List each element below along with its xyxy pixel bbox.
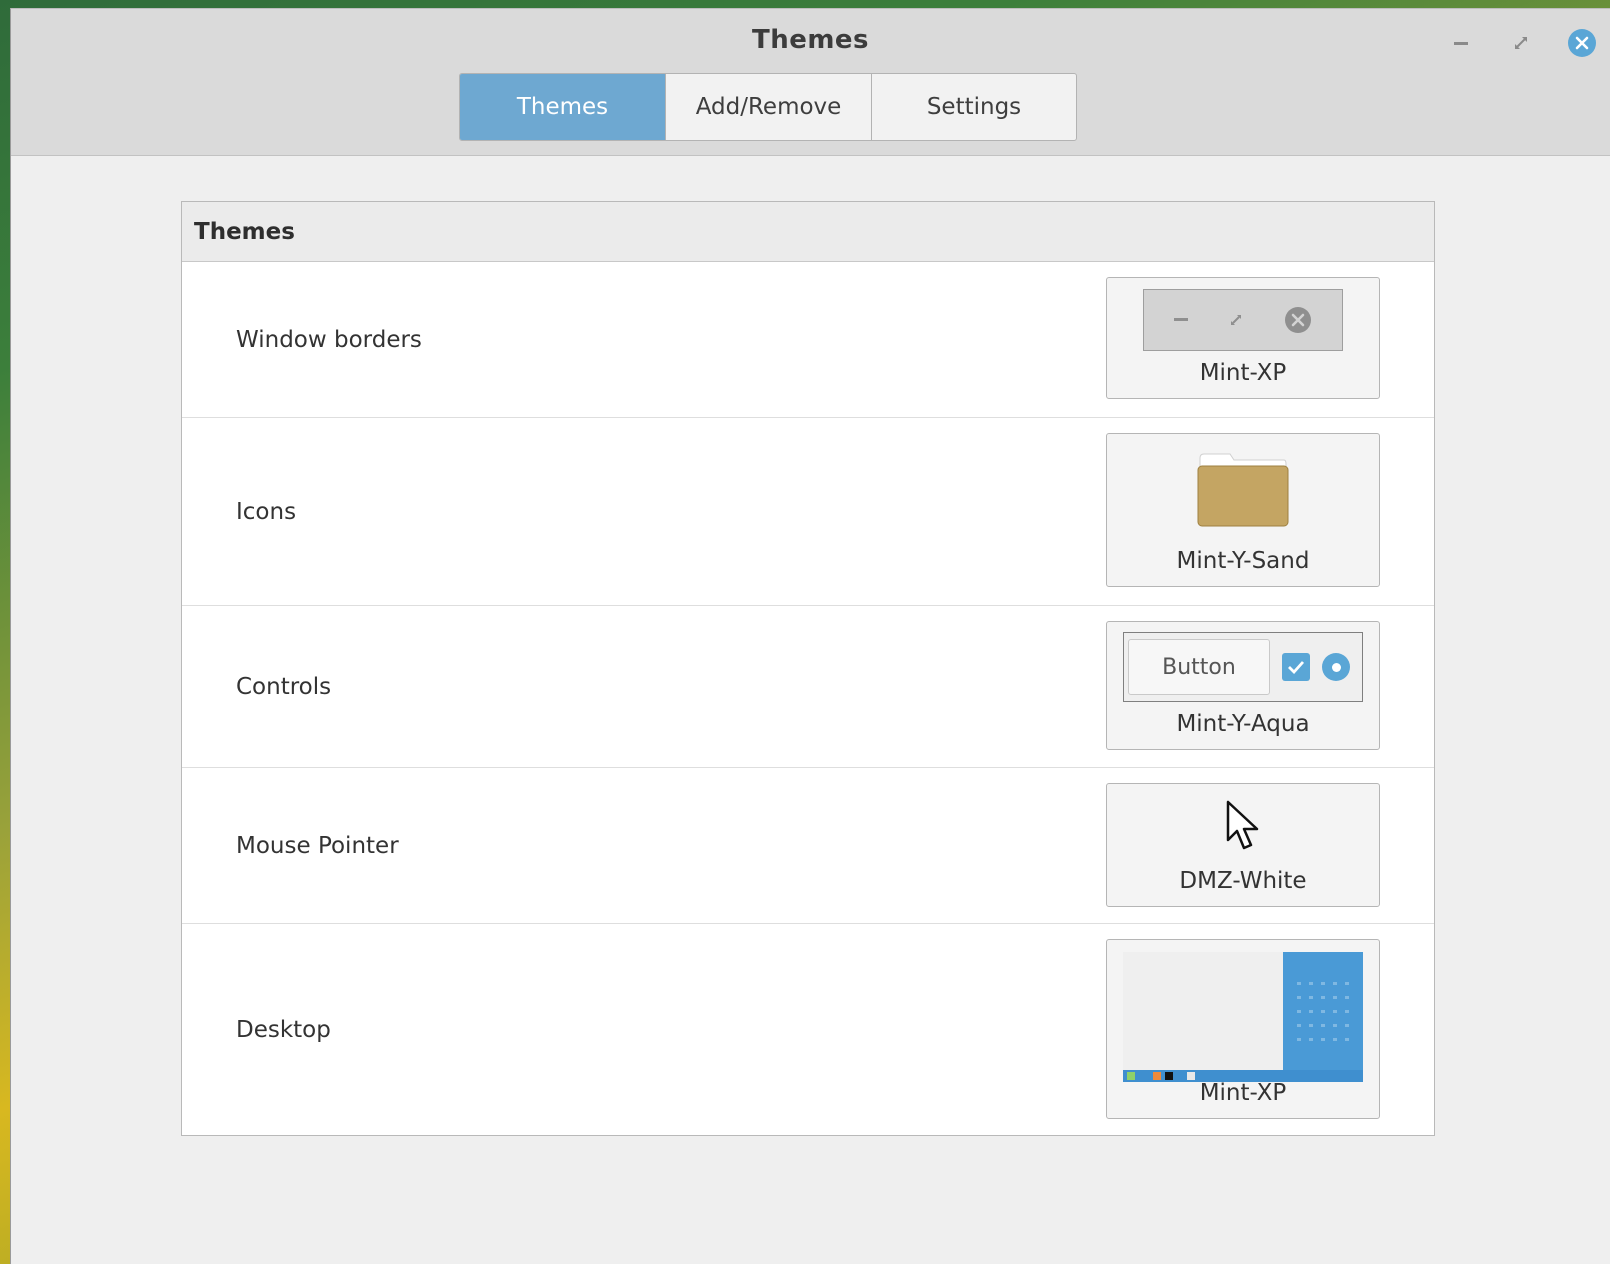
window-borders-theme-name: Mint-XP (1199, 360, 1287, 386)
folder-icon (1196, 452, 1290, 532)
mouse-pointer-icon (1225, 800, 1261, 856)
window-borders-chooser[interactable]: Mint-XP (1106, 277, 1380, 399)
checkbox-icon (1282, 653, 1310, 681)
preview-button: Button (1128, 639, 1270, 695)
row-window-borders: Window borders Mint-XP (182, 262, 1434, 418)
desktop-chooser[interactable]: Mint-XP (1106, 939, 1380, 1119)
tab-themes[interactable]: Themes (460, 74, 666, 140)
row-icons: Icons Mint-Y-Sand (182, 418, 1434, 606)
controls-preview-icon: Button (1123, 632, 1363, 702)
panel-title: Themes (182, 202, 1434, 262)
window-title: Themes (751, 25, 870, 55)
row-label: Controls (236, 673, 332, 700)
themes-panel: Themes Window borders Mint-XP Icons Mint… (181, 201, 1435, 1136)
window-buttons-preview-icon (1143, 289, 1343, 351)
controls-chooser[interactable]: Button Mint-Y-Aqua (1106, 621, 1380, 750)
radio-icon (1322, 653, 1350, 681)
mouse-pointer-theme-name: DMZ-White (1179, 868, 1307, 894)
icons-chooser[interactable]: Mint-Y-Sand (1106, 433, 1380, 587)
row-mouse-pointer: Mouse Pointer DMZ-White (182, 768, 1434, 924)
row-label: Window borders (236, 326, 422, 353)
view-switcher: Themes Add/Remove Settings (459, 73, 1077, 141)
row-label: Mouse Pointer (236, 832, 399, 859)
row-label: Icons (236, 498, 297, 525)
themes-window: Themes Themes Add/Remove Settings Themes (10, 8, 1610, 1264)
tab-add-remove[interactable]: Add/Remove (666, 74, 872, 140)
close-button[interactable] (1566, 27, 1598, 59)
tab-settings[interactable]: Settings (872, 74, 1076, 140)
controls-theme-name: Mint-Y-Aqua (1176, 711, 1310, 737)
close-icon (1568, 29, 1596, 57)
desktop-theme-name: Mint-XP (1199, 1080, 1287, 1106)
maximize-icon[interactable] (1505, 27, 1537, 59)
header-bar: Themes Themes Add/Remove Settings (11, 9, 1610, 156)
mouse-pointer-chooser[interactable]: DMZ-White (1106, 783, 1380, 907)
row-label: Desktop (236, 1016, 331, 1043)
desktop-preview-icon (1123, 952, 1363, 1082)
minimize-icon[interactable] (1445, 27, 1477, 59)
row-controls: Controls Button Mint-Y-Aqua (182, 606, 1434, 768)
icons-theme-name: Mint-Y-Sand (1176, 548, 1310, 574)
preview-calendar-window (1283, 952, 1363, 1070)
row-desktop: Desktop Mint-XP (182, 924, 1434, 1135)
